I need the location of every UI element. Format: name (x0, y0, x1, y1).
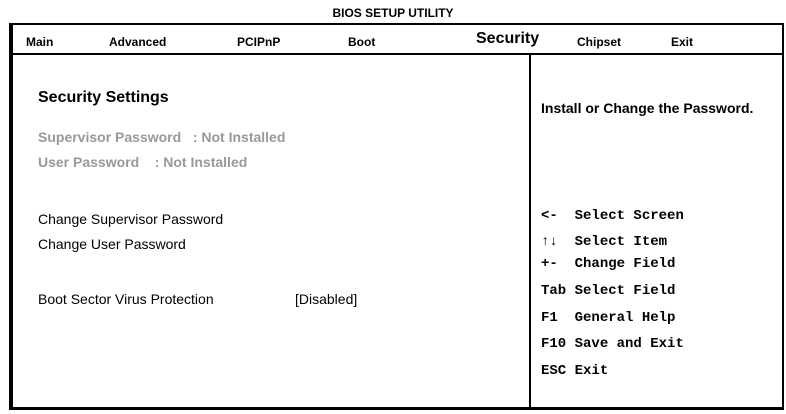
window-title: BIOS SETUP UTILITY (332, 6, 454, 20)
key-action: Save and Exit (574, 336, 684, 352)
panel-divider (529, 55, 531, 409)
bios-frame: Main Advanced PCIPnP Boot Security Chips… (9, 23, 784, 410)
key-label: +- (541, 256, 558, 272)
key-help-row: F10 Save and Exit (541, 336, 684, 352)
key-help-row: Tab Select Field (541, 283, 675, 299)
arrow-keys-icon: ↑↓ (541, 234, 558, 250)
tab-exit[interactable]: Exit (671, 35, 693, 49)
key-action: General Help (574, 310, 676, 326)
key-label: F1 (541, 310, 558, 326)
key-label: <- (541, 208, 558, 224)
key-action: Select Field (574, 283, 676, 299)
key-label: Tab (541, 283, 567, 299)
tab-pcipnp[interactable]: PCIPnP (237, 35, 280, 49)
key-label: F10 (541, 336, 567, 352)
tab-chipset[interactable]: Chipset (577, 35, 621, 49)
change-user-password-option[interactable]: Change User Password (38, 236, 186, 252)
key-action: Select Screen (574, 208, 684, 224)
key-label: ESC (541, 363, 567, 379)
key-help-row: F1 General Help (541, 310, 675, 326)
menu-bar: Main Advanced PCIPnP Boot Security Chips… (13, 25, 782, 55)
key-help-row: +- Change Field (541, 256, 675, 272)
key-help-row: ESC Exit (541, 363, 608, 379)
key-help-row: ↑↓ Select Item (541, 234, 667, 250)
tab-security[interactable]: Security (476, 29, 539, 49)
tab-boot[interactable]: Boot (348, 35, 375, 49)
key-action: Select Item (574, 234, 668, 250)
boot-sector-virus-protection-value[interactable]: [Disabled] (295, 291, 357, 307)
change-supervisor-password-option[interactable]: Change Supervisor Password (38, 211, 223, 227)
section-title: Security Settings (38, 89, 169, 106)
key-action: Exit (574, 363, 609, 379)
tab-main[interactable]: Main (26, 35, 53, 49)
key-action: Change Field (574, 256, 676, 272)
user-password-status: User Password : Not Installed (38, 154, 248, 170)
tab-advanced[interactable]: Advanced (109, 35, 166, 49)
help-text: Install or Change the Password. (541, 100, 754, 116)
key-help-row: <- Select Screen (541, 208, 684, 224)
supervisor-password-status: Supervisor Password : Not Installed (38, 129, 286, 145)
boot-sector-virus-protection-label: Boot Sector Virus Protection (38, 291, 214, 307)
